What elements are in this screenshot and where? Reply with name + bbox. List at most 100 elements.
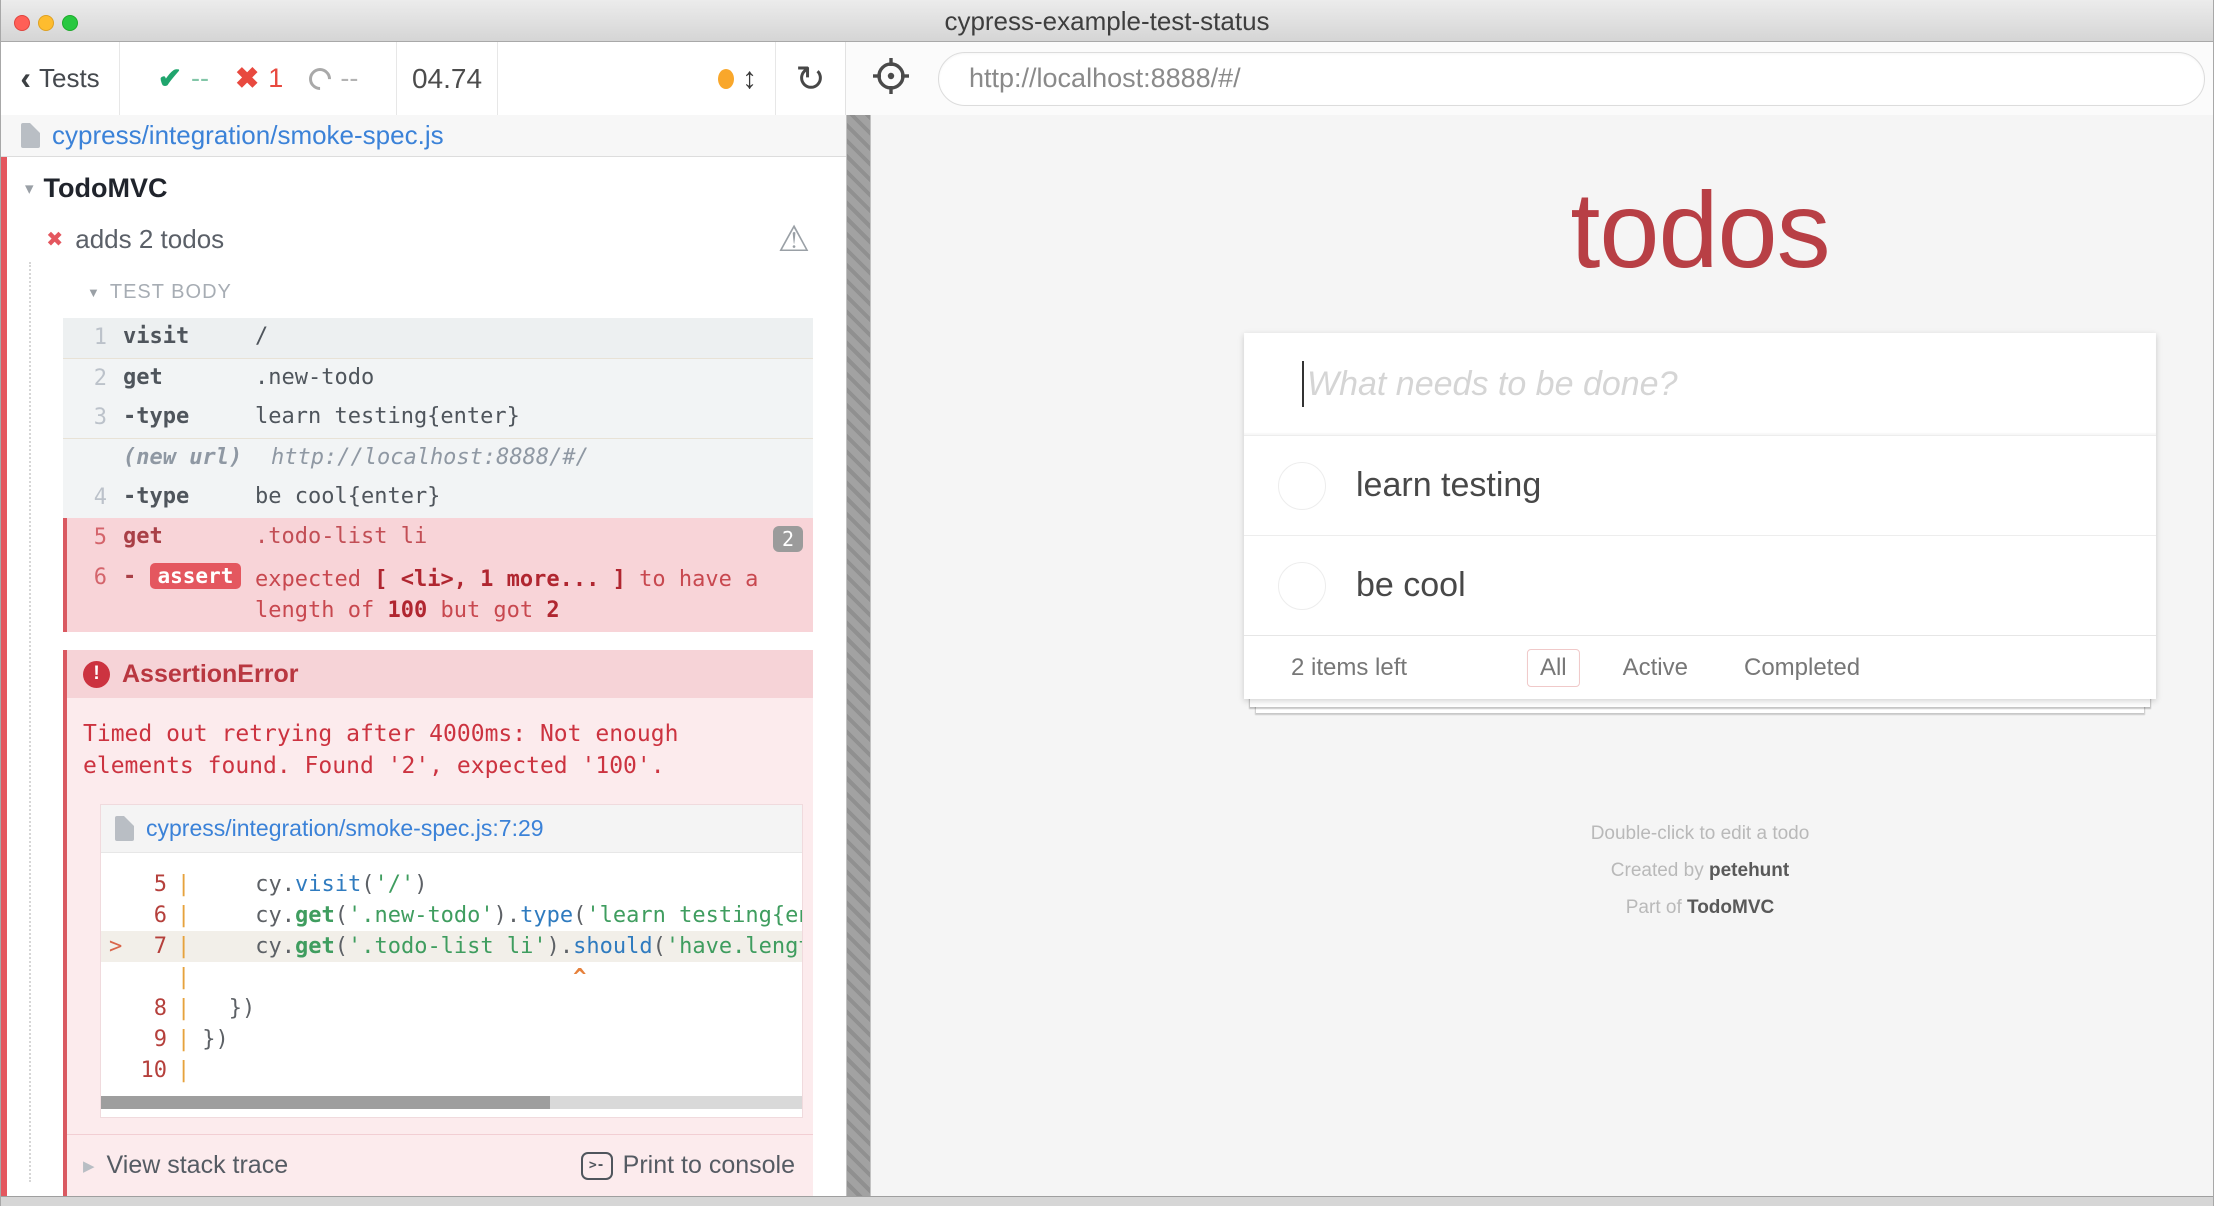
todo-item: learn testing <box>1244 435 2156 535</box>
element-count-badge: 2 <box>773 526 803 552</box>
error-circle-icon: ! <box>83 661 110 688</box>
command-message: http://localhost:8888/#/ <box>271 445 813 470</box>
filter-all[interactable]: All <box>1527 649 1580 687</box>
file-icon <box>115 816 134 841</box>
filter-active[interactable]: Active <box>1610 649 1701 687</box>
back-to-tests-button[interactable]: ‹ Tests <box>1 42 119 115</box>
test-body-label: TEST BODY <box>110 281 232 304</box>
failed-stat: ✖ 1 <box>235 61 283 96</box>
spec-file-link[interactable]: cypress/integration/smoke-spec.js <box>52 120 444 151</box>
todos-app-title: todos <box>1570 167 1829 292</box>
view-stack-trace-toggle[interactable]: ▶ View stack trace <box>83 1151 288 1180</box>
chevron-left-icon: ‹ <box>20 60 31 97</box>
command-number: 4 <box>63 484 107 510</box>
passed-stat: ✔ -- <box>158 61 209 96</box>
code-line: 9 | }) <box>101 1024 802 1055</box>
test-name: adds 2 todos <box>75 224 224 255</box>
filter-completed[interactable]: Completed <box>1731 649 1873 687</box>
terminal-icon: >- <box>581 1152 613 1180</box>
assert-message: expected [ <li>, 1 more... ] to have a l… <box>255 564 795 626</box>
duration-timer: 04.74 <box>396 42 498 115</box>
new-url-row[interactable]: (new url) http://localhost:8888/#/ <box>63 438 813 478</box>
orange-dot-icon <box>718 69 734 89</box>
file-icon <box>21 123 40 148</box>
chevron-right-icon: ▶ <box>83 1157 95 1175</box>
test-failed-icon: ✖ <box>47 224 63 255</box>
back-label: Tests <box>39 63 100 94</box>
assert-command-row[interactable]: 6 - assert expected [ <li>, 1 more... ] … <box>67 558 813 632</box>
viewport-scale-indicator[interactable]: ↕ <box>718 42 775 115</box>
code-line: 5 | cy.visit('/') <box>101 869 802 900</box>
test-stats: ✔ -- ✖ 1 -- <box>119 42 396 115</box>
command-number: 6 <box>67 564 107 590</box>
info-line-edit: Double-click to edit a todo <box>1591 815 1810 852</box>
print-console-label: Print to console <box>623 1151 795 1180</box>
selector-playground-icon[interactable] <box>872 57 910 100</box>
todo-label[interactable]: learn testing <box>1356 466 1541 505</box>
info-line-partof: Part of TodoMVC <box>1591 889 1810 926</box>
failed-count: 1 <box>268 63 283 94</box>
window-title: cypress-example-test-status <box>1 0 2213 42</box>
url-address-bar[interactable]: http://localhost:8888/#/ <box>938 52 2205 106</box>
command-number: 1 <box>63 324 107 350</box>
text-cursor <box>1302 361 1304 407</box>
panel-resize-handle[interactable] <box>846 115 871 1196</box>
cypress-runner-window: cypress-example-test-status ‹ Tests ✔ --… <box>0 0 2214 1206</box>
command-name: -type <box>123 484 255 509</box>
app-info-footer: Double-click to edit a todo Created by p… <box>1591 815 1810 926</box>
command-number <box>63 445 107 446</box>
warning-icon: ⚠ <box>778 218 810 260</box>
chevron-down-icon: ▾ <box>25 179 34 199</box>
todo-toggle-checkbox[interactable] <box>1278 462 1326 510</box>
command-message: be cool{enter} <box>255 484 813 509</box>
suite-row-todomvc[interactable]: ▾ TodoMVC <box>7 157 846 204</box>
command-row[interactable]: 2 get .new-todo <box>63 358 813 398</box>
pending-stat: -- <box>309 63 358 94</box>
command-row[interactable]: 3 -type learn testing{enter} <box>63 398 813 438</box>
error-pointer-icon: > <box>109 931 122 962</box>
command-name: -type <box>123 404 255 429</box>
code-frame-file-link[interactable]: cypress/integration/smoke-spec.js:7:29 <box>146 815 544 842</box>
author-link[interactable]: petehunt <box>1709 860 1789 881</box>
suite-name: TodoMVC <box>44 173 168 204</box>
command-row[interactable]: 5 get .todo-list li 2 <box>67 518 813 558</box>
scrollbar-thumb[interactable] <box>101 1096 550 1109</box>
code-line: 10 | <box>101 1055 802 1086</box>
url-text: http://localhost:8888/#/ <box>969 63 1241 94</box>
print-to-console-button[interactable]: >- Print to console <box>581 1151 795 1180</box>
todomvc-link[interactable]: TodoMVC <box>1687 897 1774 918</box>
command-name: get <box>123 524 255 549</box>
todo-label[interactable]: be cool <box>1356 566 1466 605</box>
test-body-toggle[interactable]: ▼ TEST BODY <box>7 255 846 304</box>
refresh-icon: ↻ <box>795 58 825 100</box>
stack-trace-row: ▶ View stack trace >- Print to console <box>67 1134 813 1196</box>
todo-filters: All Active Completed <box>1527 649 1873 687</box>
indent-guide <box>29 262 31 1182</box>
error-header: ! AssertionError <box>67 650 813 698</box>
pending-count: -- <box>340 63 358 94</box>
code-line-highlighted: > 7 | cy.get('.todo-list li').should('ha… <box>101 931 802 962</box>
input-placeholder: What needs to be done? <box>1307 365 1678 404</box>
code-frame-header: cypress/integration/smoke-spec.js:7:29 <box>101 805 802 853</box>
horizontal-scrollbar[interactable] <box>101 1096 802 1109</box>
check-icon: ✔ <box>158 61 182 96</box>
todo-footer: 2 items left All Active Completed <box>1244 635 2156 699</box>
app-header: http://localhost:8888/#/ <box>846 42 2213 115</box>
command-name: (new url) <box>123 445 271 470</box>
code-line: 8 | }) <box>101 993 802 1024</box>
error-message: Timed out retrying after 4000ms: Not eno… <box>67 698 767 790</box>
failed-command-group: 5 get .todo-list li 2 6 - assert expecte… <box>63 518 813 632</box>
window-bottom-edge <box>1 1196 2213 1206</box>
refresh-button[interactable]: ↻ <box>775 42 845 115</box>
error-block: ! AssertionError Timed out retrying afte… <box>63 650 813 1196</box>
command-row[interactable]: 1 visit / <box>63 318 813 358</box>
new-todo-input[interactable]: What needs to be done? <box>1244 333 2156 435</box>
command-row[interactable]: 4 -type be cool{enter} <box>63 478 813 518</box>
test-row-adds-2-todos[interactable]: ✖ adds 2 todos ⚠ <box>7 204 846 255</box>
error-name: AssertionError <box>122 660 298 689</box>
todo-toggle-checkbox[interactable] <box>1278 562 1326 610</box>
spinner-circle-icon <box>305 63 336 94</box>
assert-badge: assert <box>150 563 242 589</box>
command-name: get <box>123 365 255 390</box>
code-frame: cypress/integration/smoke-spec.js:7:29 5… <box>100 804 803 1118</box>
